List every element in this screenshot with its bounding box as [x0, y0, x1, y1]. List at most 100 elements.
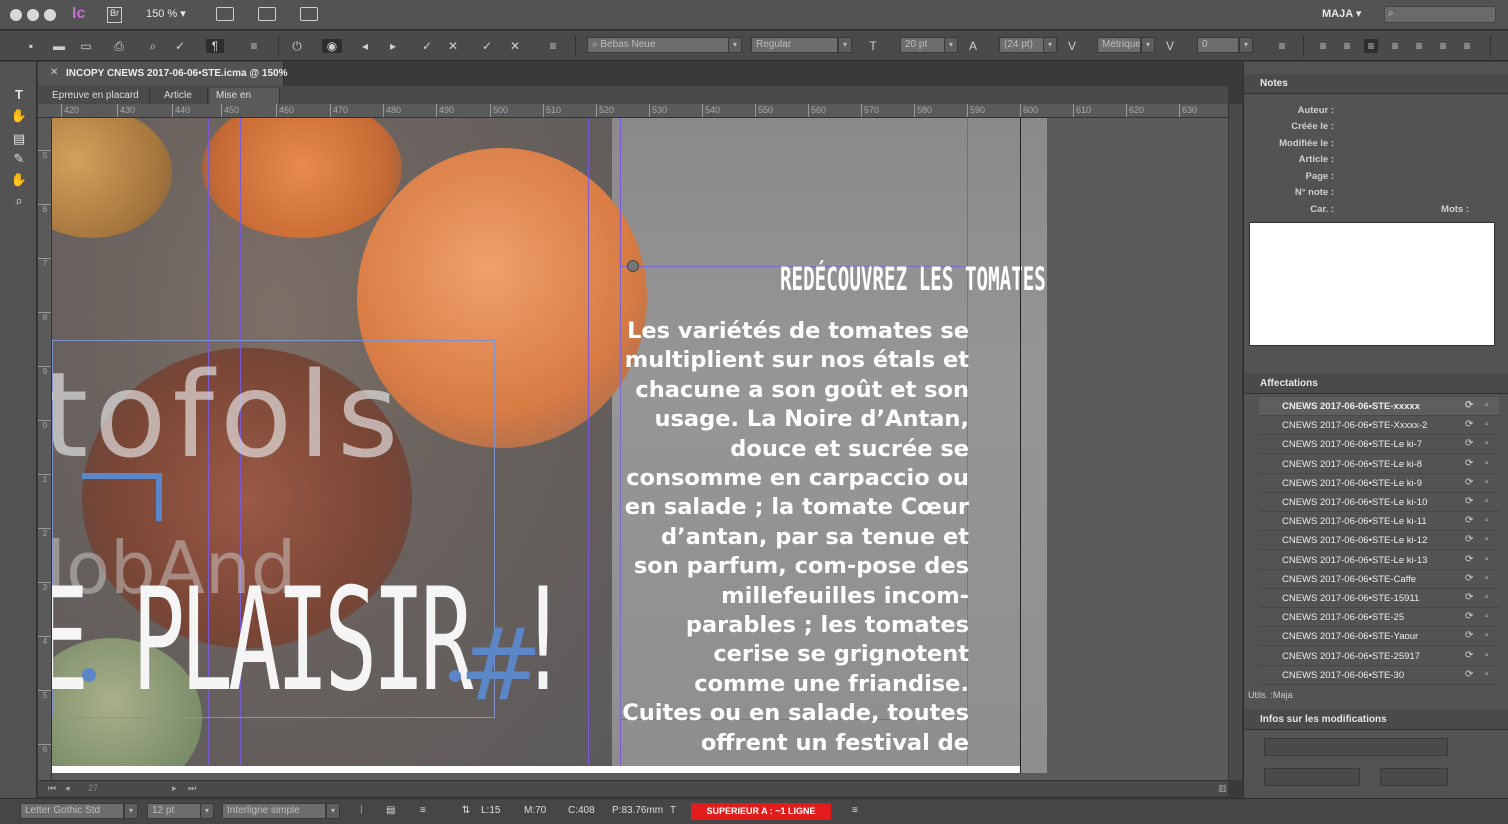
- close-tab-icon[interactable]: ✕: [50, 67, 58, 78]
- accept-change-icon[interactable]: ✓: [420, 39, 434, 53]
- story-icon[interactable]: ▫: [1485, 515, 1497, 527]
- affectation-row[interactable]: CNEWS 2017-06-06•STE-Le ki-10 ⟳ ▫: [1259, 493, 1499, 512]
- frame-anchor-icon[interactable]: [627, 260, 639, 272]
- align-center-icon[interactable]: ≡: [1340, 39, 1354, 53]
- edit-status-icon[interactable]: ⟳: [1465, 669, 1477, 681]
- story-icon[interactable]: ▫: [1485, 669, 1497, 681]
- reject-all-icon[interactable]: ✕: [508, 39, 522, 53]
- tracking-dropdown-arrow[interactable]: ▾: [1239, 37, 1253, 53]
- panel-menu-icon-2[interactable]: ≡: [546, 39, 560, 53]
- arrange-documents-icon[interactable]: [300, 7, 318, 21]
- story-icon[interactable]: ▫: [1485, 438, 1497, 450]
- story-icon[interactable]: ▫: [1485, 573, 1497, 585]
- article-body[interactable]: Les variétés de tomates se multiplient s…: [622, 317, 969, 758]
- notes-panel-header[interactable]: Notes: [1244, 74, 1508, 94]
- story-icon[interactable]: ▫: [1485, 458, 1497, 470]
- document-canvas[interactable]: tofols lobAnd E PLAISIR ! # REDÉCOUVREZ …: [52, 118, 1228, 780]
- page-number[interactable]: 27: [88, 783, 98, 793]
- last-page-icon[interactable]: ⏭: [188, 783, 196, 794]
- story-icon[interactable]: ▫: [1485, 477, 1497, 489]
- layout-page[interactable]: tofols lobAnd E PLAISIR ! # REDÉCOUVREZ …: [52, 118, 1047, 773]
- panel-menu-icon[interactable]: ≡: [247, 39, 261, 53]
- edit-status-icon[interactable]: ⟳: [1465, 458, 1477, 470]
- justify-right-icon[interactable]: ≡: [1436, 39, 1450, 53]
- edit-status-icon[interactable]: ⟳: [1465, 611, 1477, 623]
- font-family-input[interactable]: ⌕ Bebas Neue: [587, 37, 729, 53]
- bridge-button[interactable]: Br: [107, 7, 122, 23]
- edit-status-icon[interactable]: ⟳: [1465, 630, 1477, 642]
- affectation-row[interactable]: CNEWS 2017-06-06•STE-Xxxxx-2 ⟳ ▫: [1259, 416, 1499, 436]
- affectation-row[interactable]: CNEWS 2017-06-06•STE-Le ki-7 ⟳ ▫: [1259, 435, 1499, 455]
- story-icon[interactable]: ▫: [1485, 400, 1497, 412]
- view-toggle-icon[interactable]: ▥: [1218, 783, 1227, 794]
- edit-status-icon[interactable]: ⟳: [1465, 573, 1477, 585]
- tab-story[interactable]: Article: [158, 88, 208, 104]
- story-icon[interactable]: ▫: [1485, 630, 1497, 642]
- story-icon[interactable]: ▫: [1485, 554, 1497, 566]
- eyedropper-tool-icon[interactable]: ✎: [10, 150, 28, 168]
- zoom-level-dropdown[interactable]: 150 % ▾: [146, 7, 186, 23]
- status-panel-menu-icon[interactable]: ≡: [852, 805, 858, 816]
- story-icon[interactable]: ▫: [1485, 611, 1497, 623]
- status-font-dropdown-arrow[interactable]: ▾: [124, 803, 138, 819]
- position-tool-icon[interactable]: ✋: [10, 107, 28, 125]
- affectation-row[interactable]: CNEWS 2017-06-06•STE-xxxxx ⟳ ▫: [1259, 397, 1499, 416]
- justify-all-icon[interactable]: ≡: [1460, 39, 1474, 53]
- status-font-input[interactable]: Letter Gothic Std: [20, 803, 124, 819]
- hand-tool-icon[interactable]: ✋: [10, 171, 28, 189]
- minimize-window-button[interactable]: [27, 9, 39, 21]
- story-icon[interactable]: ▫: [1485, 650, 1497, 662]
- affectation-row[interactable]: CNEWS 2017-06-06•STE-Le ki-9 ⟳ ▫: [1259, 474, 1499, 493]
- affectation-row[interactable]: CNEWS 2017-06-06•STE-30 ⟳ ▫: [1259, 666, 1499, 685]
- edit-status-icon[interactable]: ⟳: [1465, 419, 1477, 431]
- justify-center-icon[interactable]: ≡: [1412, 39, 1426, 53]
- modification-date-field[interactable]: [1264, 768, 1360, 786]
- show-changes-icon[interactable]: ◉: [322, 39, 342, 53]
- font-size-input[interactable]: 20 pt: [900, 37, 945, 53]
- affectation-row[interactable]: CNEWS 2017-06-06•STE-Le ki-11 ⟳ ▫: [1259, 512, 1499, 532]
- close-window-button[interactable]: [10, 9, 22, 21]
- affectations-panel-header[interactable]: Affectations: [1244, 374, 1508, 394]
- spellcheck-icon[interactable]: ✓: [173, 39, 187, 53]
- tab-layout[interactable]: Mise en page: [210, 88, 280, 117]
- save-icon[interactable]: ▭: [79, 39, 93, 53]
- affectation-row[interactable]: CNEWS 2017-06-06•STE-25917 ⟳ ▫: [1259, 647, 1499, 666]
- reject-change-icon[interactable]: ✕: [446, 39, 460, 53]
- edit-status-icon[interactable]: ⟳: [1465, 650, 1477, 662]
- leading-input[interactable]: (24 pt): [999, 37, 1044, 53]
- edit-status-icon[interactable]: ⟳: [1465, 554, 1477, 566]
- tab-galley[interactable]: Epreuve en placard: [46, 88, 150, 104]
- story-icon[interactable]: ▫: [1485, 496, 1497, 508]
- modifications-panel-header[interactable]: Infos sur les modifications: [1244, 710, 1508, 730]
- edit-status-icon[interactable]: ⟳: [1465, 400, 1477, 412]
- find-icon[interactable]: ⌕: [146, 39, 160, 53]
- zoom-window-button[interactable]: [44, 9, 56, 21]
- affectation-row[interactable]: CNEWS 2017-06-06•STE-Caffe ⟳ ▫: [1259, 570, 1499, 589]
- first-page-icon[interactable]: ⏮: [48, 783, 56, 794]
- kerning-dropdown-arrow[interactable]: ▾: [1141, 37, 1155, 53]
- next-page-icon[interactable]: ▸: [172, 783, 177, 794]
- kerning-input[interactable]: Métrique: [1097, 37, 1141, 53]
- article-headline[interactable]: REDÉCOUVREZ LES TOMATES: [780, 260, 1046, 298]
- help-search-input[interactable]: ⌕: [1384, 6, 1496, 23]
- affectation-row[interactable]: CNEWS 2017-06-06•STE-Yaour ⟳ ▫: [1259, 627, 1499, 647]
- view-options-icon[interactable]: [216, 7, 234, 21]
- status-menu-icon[interactable]: ≡: [420, 805, 426, 816]
- align-left-icon[interactable]: ≡: [1316, 39, 1330, 53]
- justify-left-icon[interactable]: ≡: [1388, 39, 1402, 53]
- affectation-row[interactable]: CNEWS 2017-06-06•STE-15911 ⟳ ▫: [1259, 589, 1499, 608]
- story-icon[interactable]: ▫: [1485, 419, 1497, 431]
- font-family-dropdown-arrow[interactable]: ▾: [728, 37, 742, 53]
- print-icon[interactable]: ⎙: [112, 39, 126, 53]
- line-numbers-icon[interactable]: ⁞: [360, 805, 363, 816]
- previous-change-icon[interactable]: ◂: [358, 39, 372, 53]
- status-size-input[interactable]: 12 pt: [147, 803, 201, 819]
- user-menu[interactable]: MAJA ▾: [1322, 7, 1361, 23]
- affectation-row[interactable]: CNEWS 2017-06-06•STE-Le ki-12 ⟳ ▫: [1259, 531, 1499, 551]
- control-panel-menu-icon[interactable]: ≡: [1275, 39, 1289, 53]
- tracking-input[interactable]: 0: [1197, 37, 1239, 53]
- modification-user-field[interactable]: [1264, 738, 1448, 756]
- font-size-dropdown-arrow[interactable]: ▾: [944, 37, 958, 53]
- new-document-icon[interactable]: ▪: [24, 39, 38, 53]
- story-icon[interactable]: ▫: [1485, 534, 1497, 546]
